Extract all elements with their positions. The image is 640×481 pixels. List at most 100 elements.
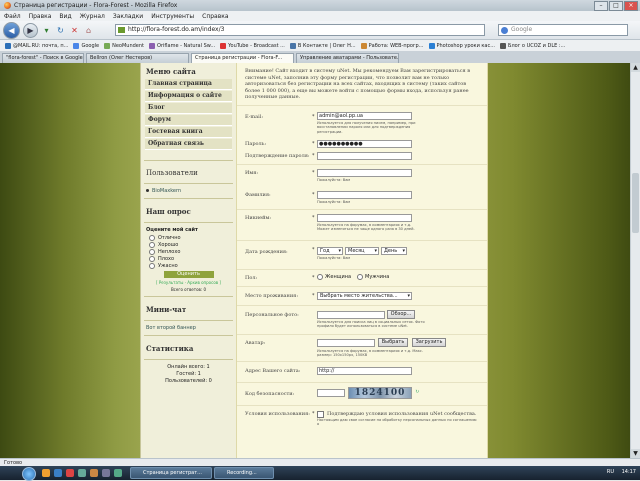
avatar-path-field[interactable] [317,338,375,347]
quicklaunch-app-icon[interactable] [102,469,110,477]
email-field[interactable]: admin@aol.pp.ua [317,111,412,120]
bookmark-item[interactable]: В Контакте | Олег Н... [289,42,356,49]
maximize-button[interactable]: □ [609,1,623,11]
quicklaunch-app-icon[interactable] [114,469,122,477]
sidebar-item-home[interactable]: Главная страница [145,79,232,90]
gender-radio-male[interactable]: Мужчина [357,273,389,280]
poll-total: Всего ответов: 0 [170,287,207,292]
quicklaunch-ie-icon[interactable] [54,469,62,477]
surname-field[interactable] [317,190,412,199]
bookmark-item[interactable]: NeoMundent [104,42,144,49]
bookmark-item[interactable]: YouTube - Broadcast ... [220,42,285,49]
menu-tools[interactable]: Инструменты [151,13,194,20]
bookmark-item[interactable]: Oriflame - Natural Sw... [149,42,215,49]
name-field[interactable] [317,168,412,177]
bookmark-item[interactable]: @MAIL.RU: почта, п... [5,42,68,49]
sidebar-item-guestbook[interactable]: Гостевая книга [145,127,232,138]
website-field[interactable]: http:// [317,366,412,375]
sidebar-item-blog[interactable]: Блог [145,103,232,114]
scroll-down-arrow-icon[interactable]: ▼ [631,449,640,458]
menu-bookmarks[interactable]: Закладки [113,13,143,20]
forward-arrow-icon[interactable]: ▶ [23,22,38,38]
avatar-upload-button[interactable]: Загрузить [412,337,446,347]
photo-path-field[interactable] [317,310,385,319]
residence-select[interactable]: Выбрать место жительства... [317,291,412,300]
bookmark-icon [289,42,296,49]
vote-button[interactable]: Оценить [163,271,214,278]
captcha-field[interactable] [317,388,345,397]
poll-results-link[interactable]: [ Результаты · Архив опросов ] [141,280,236,285]
name-label: Имя: [245,169,259,176]
refresh-icon[interactable]: ↻ [415,389,419,395]
birthday-row: Дата рождения: * Год Месяц День Пожалуйс… [237,239,487,269]
reload-icon[interactable]: ↻ [55,25,66,36]
taskbar-task-recording[interactable]: Recording... [214,467,274,479]
quicklaunch-app-icon[interactable] [78,469,86,477]
poll-option[interactable]: Отлично [149,235,228,241]
terms-text[interactable]: Подтверждаю условия использования uNet с… [327,411,476,417]
birth-year-select[interactable]: Год [317,246,343,255]
sidebar-item-forum[interactable]: Форум [145,115,232,126]
poll-option[interactable]: Ужасно [149,263,228,269]
scrollbar-thumb[interactable] [632,173,639,233]
gender-radio-female[interactable]: Женщина [317,273,351,280]
bookmark-icon [73,42,80,49]
search-box[interactable]: Google [498,24,628,36]
bookmark-item[interactable]: Работа: WEB-прогр... [360,42,424,49]
menu-edit[interactable]: Правка [29,13,52,20]
radio-icon [149,256,155,262]
menu-bar: Файл Правка Вид Журнал Закладки Инструме… [0,11,640,21]
start-button-icon[interactable] [22,467,36,481]
browse-button[interactable]: Обзор... [387,309,415,319]
quicklaunch-app-icon[interactable] [90,469,98,477]
required-marker: * [312,274,315,281]
password-confirm-field[interactable] [317,151,412,160]
home-icon[interactable]: ⌂ [83,25,94,36]
menu-history[interactable]: Журнал [80,13,105,20]
user-link[interactable]: BioMaxkern [146,188,231,194]
page-scrollbar[interactable]: ▲ ▼ [630,63,640,458]
bookmark-item[interactable]: Photoshop уроки кас... [428,42,495,49]
search-placeholder: Google [511,26,533,33]
taskbar-task-firefox[interactable]: Страница регистрат... [130,467,212,479]
birth-month-select[interactable]: Месяц [345,246,379,255]
nickname-field[interactable] [317,213,412,222]
menu-help[interactable]: Справка [202,13,228,20]
birth-day-select[interactable]: День [381,246,407,255]
bookmark-item[interactable]: Блог о UCOZ и DLE :... [500,42,565,49]
password-field[interactable]: ●●●●●●●●●● [317,139,412,148]
poll-option[interactable]: Плохо [149,256,228,262]
dropdown-history-icon[interactable]: ▾ [41,25,52,36]
quicklaunch-media-icon[interactable] [66,469,74,477]
tab-google-search[interactable]: "flora-forest" - Поиск в Google [2,53,84,63]
tab-avatar-management[interactable]: Управление аватарами - Пользовате... [296,53,399,63]
tab-bellron[interactable]: Bellron (Олег Нестеров) [86,53,189,63]
bookmark-icon [104,42,111,49]
language-indicator[interactable]: RU [607,469,614,475]
birthday-label: Дата рождения: [245,248,288,255]
terms-checkbox[interactable] [317,410,324,418]
menu-view[interactable]: Вид [59,13,71,20]
tab-registration[interactable]: Страница регистрации - Flora-F... [191,53,294,63]
scroll-up-arrow-icon[interactable]: ▲ [631,63,640,72]
poll-option[interactable]: Хорошо [149,242,228,248]
menu-file[interactable]: Файл [4,13,21,20]
sidebar-item-feedback[interactable]: Обратная связь [145,139,232,150]
avatar-select-button[interactable]: Выбрать [378,337,408,347]
minichat-link[interactable]: Вот второй баннер [146,325,231,331]
bookmark-item[interactable]: Google [73,42,99,49]
close-button[interactable]: × [624,1,638,11]
sidebar-item-about[interactable]: Информация о сайте [145,91,232,102]
divider [144,183,233,184]
poll-option[interactable]: Неплохо [149,249,228,255]
avatar-hint: Используется на форумах, в комментариях … [317,348,423,358]
url-bar[interactable]: http://flora-forest.do.am/index/3 [115,24,485,36]
bookmark-icon [360,42,367,49]
stop-icon[interactable]: ✕ [69,25,80,36]
password-row: Пароль: * ●●●●●●●●●● [237,138,487,150]
google-search-icon [501,27,508,34]
stat-users: Пользователей: 0 [165,378,212,384]
minimize-button[interactable]: – [594,1,608,11]
quicklaunch-explorer-icon[interactable] [42,469,50,477]
back-arrow-icon[interactable]: ◀ [3,21,20,39]
